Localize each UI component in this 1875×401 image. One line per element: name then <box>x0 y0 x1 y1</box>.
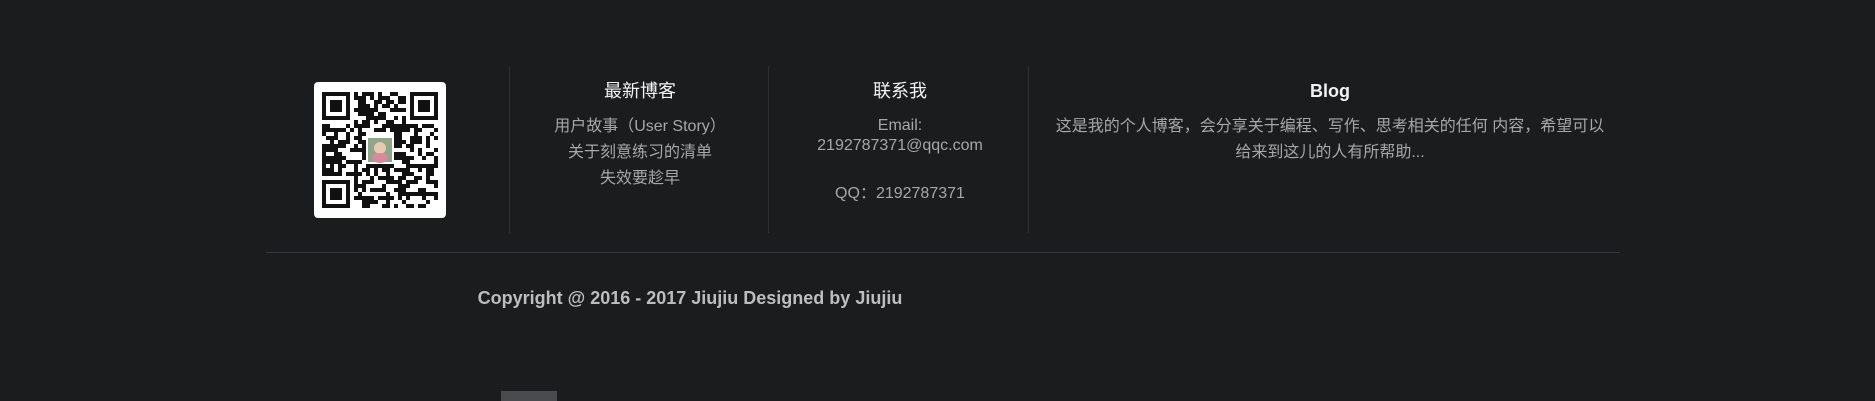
blog-column: Blog 这是我的个人博客，会分享关于编程、写作、思考相关的任何 内容，希望可以… <box>1040 80 1620 166</box>
column-divider <box>768 66 769 233</box>
post-link[interactable]: 失效要趁早 <box>530 166 750 192</box>
site-footer: 最新博客 用户故事（User Story） 关于刻意练习的清单 失效要趁早 联系… <box>0 0 1875 401</box>
latest-posts-title: 最新博客 <box>604 81 676 101</box>
contact-column: 联系我 Email: 2192787371@qqc.com QQ：2192787… <box>780 80 1020 204</box>
email-label: Email: <box>877 117 923 134</box>
blog-description: 这是我的个人博客，会分享关于编程、写作、思考相关的任何 内容，希望可以给来到这儿… <box>1055 118 1605 161</box>
qr-code-image <box>314 82 446 218</box>
qq-number: QQ：2192787371 <box>835 185 965 202</box>
latest-posts-list: 用户故事（User Story） 关于刻意练习的清单 失效要趁早 <box>530 114 750 192</box>
contact-title: 联系我 <box>873 81 927 101</box>
back-to-top-button[interactable] <box>501 391 557 401</box>
post-link[interactable]: 用户故事（User Story） <box>530 114 750 140</box>
contact-info: Email: 2192787371@qqc.com QQ：2192787371 <box>780 114 1020 204</box>
post-link[interactable]: 关于刻意练习的清单 <box>530 140 750 166</box>
copyright-text: Copyright @ 2016 - 2017 Jiujiu Designed … <box>477 288 903 308</box>
latest-posts-column: 最新博客 用户故事（User Story） 关于刻意练习的清单 失效要趁早 <box>530 80 750 192</box>
column-divider <box>1028 66 1029 233</box>
column-divider <box>509 66 510 233</box>
email-address: 2192787371@qqc.com <box>817 137 983 154</box>
blog-title: Blog <box>1310 81 1350 101</box>
footer-rule <box>266 252 1620 253</box>
